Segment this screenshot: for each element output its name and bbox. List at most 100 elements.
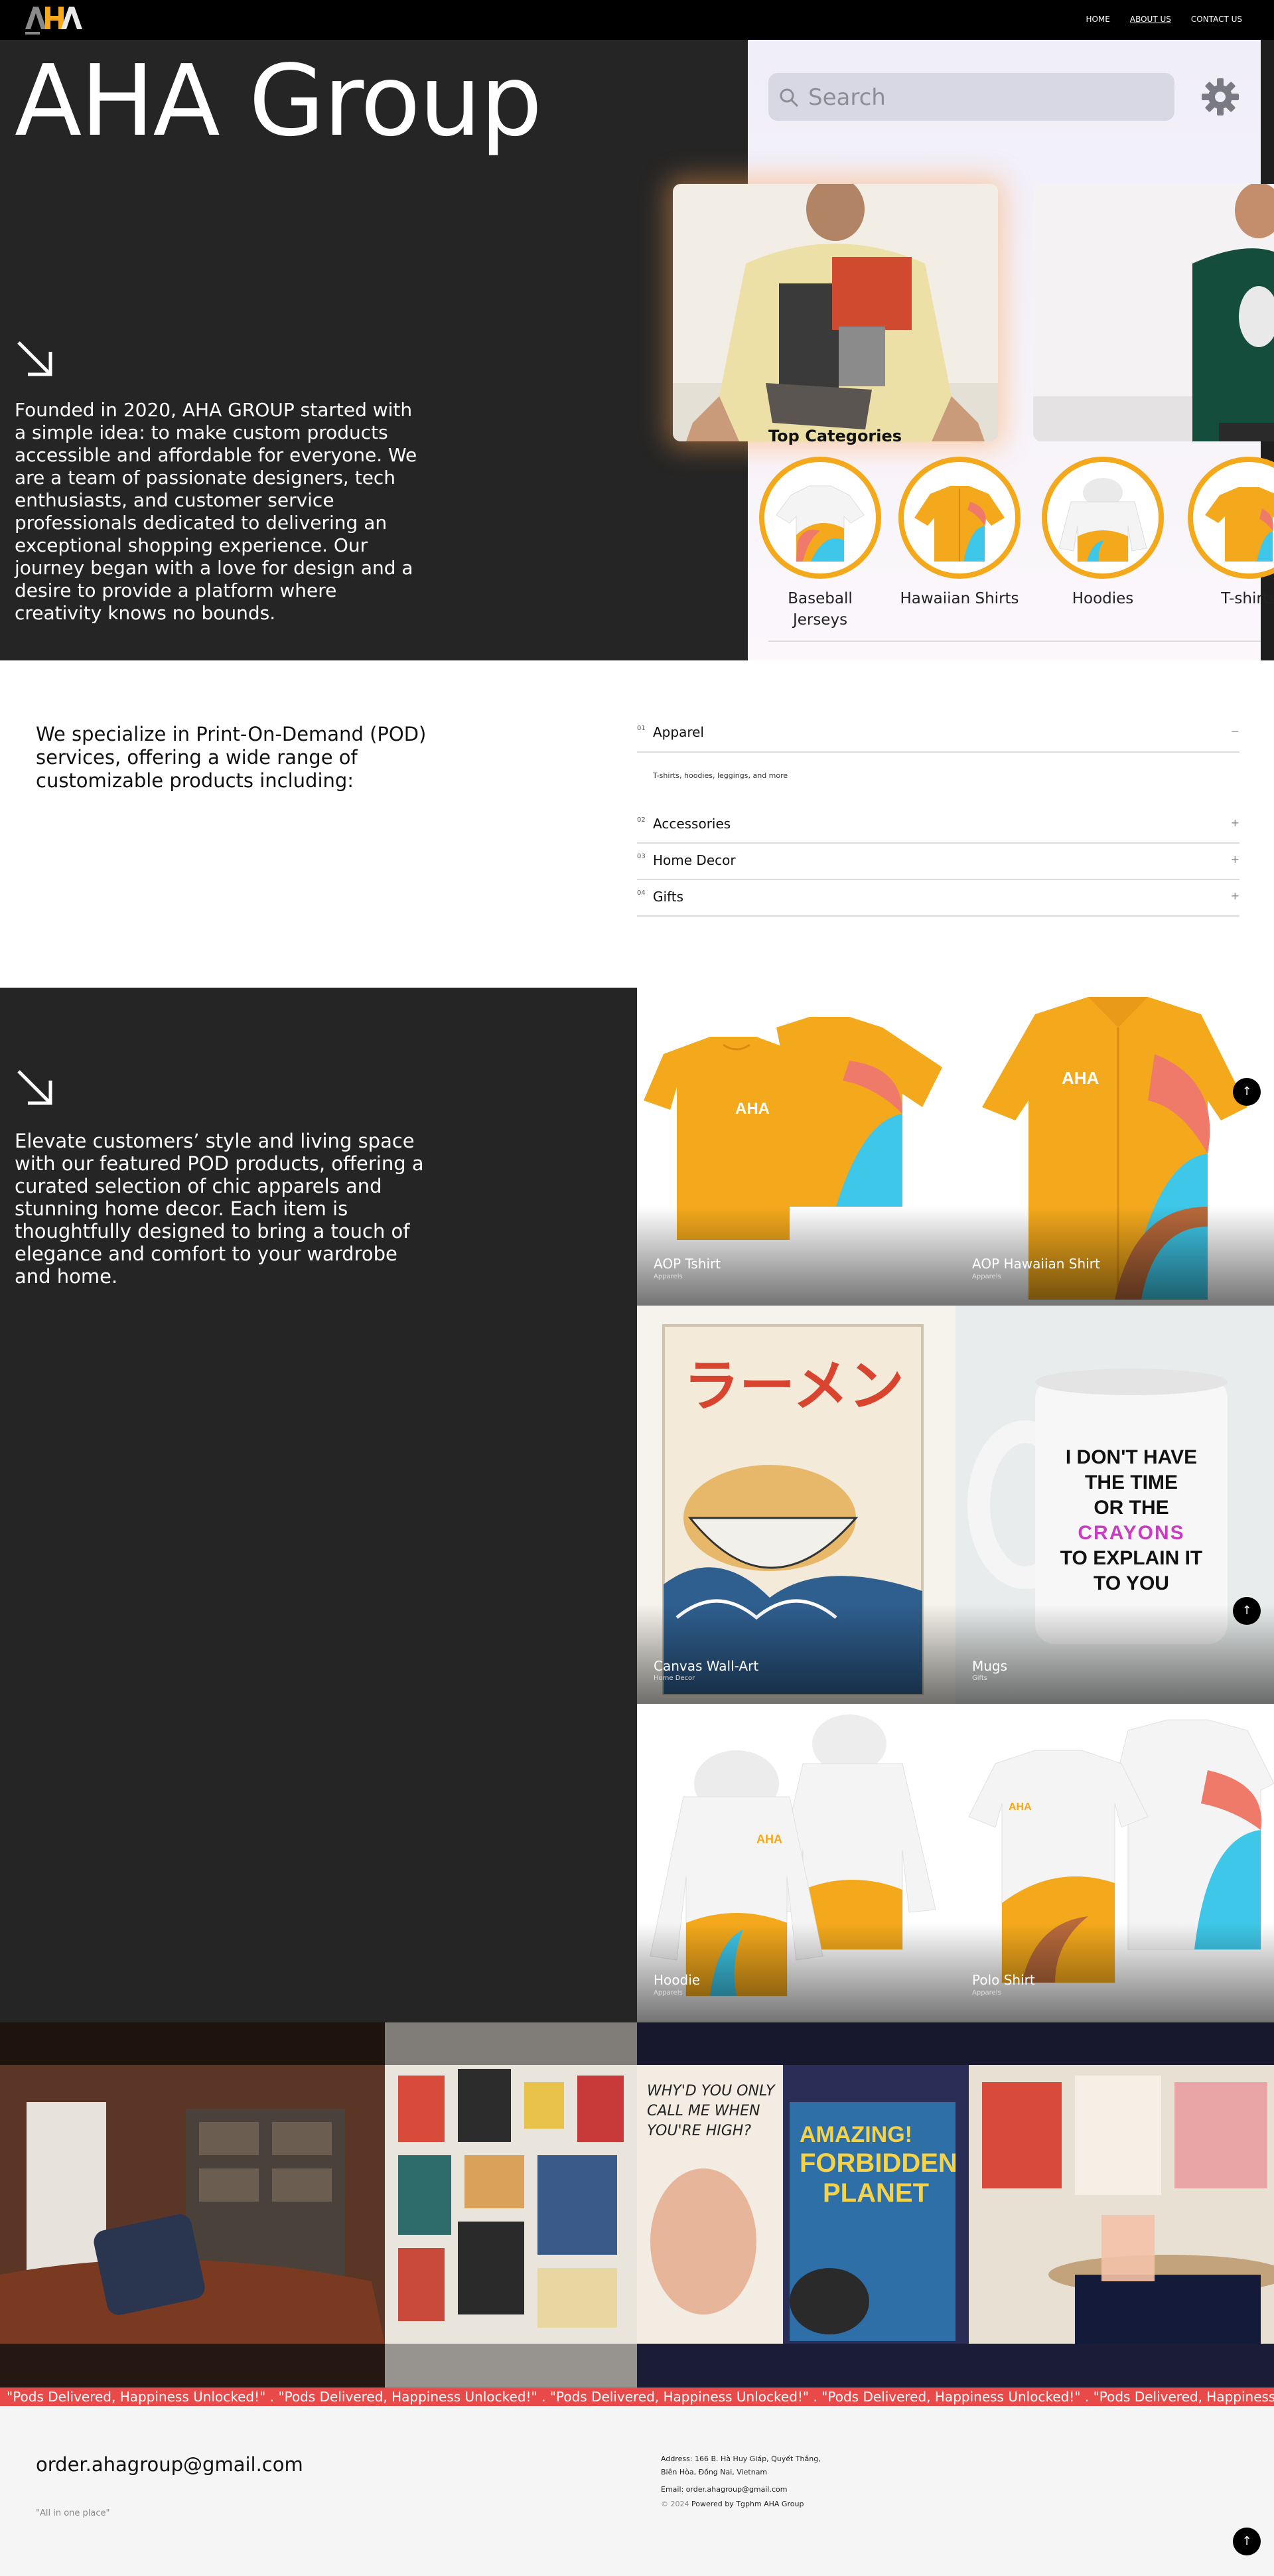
product-name: Polo Shirt (972, 1972, 1035, 1988)
footer-email-line[interactable]: Email: order.ahagroup@gmail.com (661, 2483, 860, 2496)
product-name: Hoodie (654, 1972, 701, 1988)
footer: order.ahagroup@gmail.com "All in one pla… (0, 2406, 1274, 2576)
product-card-canvas-wall-art[interactable]: ラーメン Canvas Wall-Art Home Decor (637, 1306, 956, 1704)
featured-description: Elevate customers’ style and living spac… (15, 1130, 424, 1288)
card-shade (637, 1604, 956, 1704)
accordion-label: Apparel (653, 724, 704, 740)
product-category: Gifts (972, 1675, 988, 1682)
top-categories-title: Top Categories (768, 427, 902, 445)
card-shade (956, 1604, 1274, 1704)
hawaiian-shirt-image (914, 486, 1005, 562)
product-card-hoodie[interactable]: AHA Hoodie Apparels (637, 1704, 956, 2022)
accordion-label: Gifts (653, 889, 684, 905)
search-icon (780, 88, 799, 108)
accordion-item-accessories[interactable]: 02 Accessories + (637, 814, 1239, 844)
category-t-shirts[interactable]: T-shirts (1188, 457, 1274, 609)
copyright-year: © 2024 (661, 2500, 689, 2508)
mug-text-line: TO YOU (1094, 1572, 1169, 1594)
footer-tagline: "All in one place" (36, 2508, 110, 2518)
man-back-tshirt-image (673, 184, 998, 441)
gear-icon[interactable] (1199, 76, 1241, 118)
accordion-num: 01 (637, 725, 646, 732)
product-name: Canvas Wall-Art (654, 1658, 759, 1674)
gallery-bottom-shade (0, 2344, 1274, 2387)
marquee-text: "Pods Delivered, Happiness Unlocked!" . … (7, 2389, 1274, 2405)
svg-text:AHA: AHA (1009, 1801, 1032, 1813)
mug-text-line: CRAYONS (1078, 1522, 1185, 1544)
product-card-mugs[interactable]: I DON'T HAVE THE TIME OR THE CRAYONS TO … (956, 1306, 1274, 1704)
gallery-top-shade (0, 2022, 1274, 2065)
address-line: Address: 166 B. Hà Huy Giáp, Quyết Thắng… (661, 2455, 821, 2463)
t-shirt-image (1205, 487, 1274, 562)
scroll-to-top-button[interactable]: ↑ (1233, 2528, 1261, 2555)
svg-text:PLANET: PLANET (823, 2178, 929, 2208)
specialize-section: We specialize in Print-On-Demand (POD) s… (0, 660, 1274, 988)
marquee-banner: "Pods Delivered, Happiness Unlocked!" . … (0, 2387, 1274, 2406)
category-hoodies[interactable]: Hoodies (1042, 457, 1164, 609)
product-name: AOP Tshirt (654, 1256, 721, 1272)
product-card-aop-tshirt[interactable]: AHA AOP Tshirt Apparels (637, 988, 956, 1306)
product-category: Apparels (654, 1273, 683, 1280)
nav-contact-link[interactable]: CONTACT US (1191, 15, 1242, 24)
hero-description: Founded in 2020, AHA GROUP started with … (15, 399, 417, 624)
search-placeholder: Search (808, 84, 886, 111)
featured-section: Elevate customers’ style and living spac… (0, 988, 637, 2022)
accordion-description: T-shirts, hoodies, leggings, and more (653, 771, 788, 780)
hoodie-image (1058, 478, 1147, 562)
hero-title: AHA Group (15, 44, 542, 158)
expand-icon[interactable]: + (1231, 816, 1239, 829)
product-category: Apparels (972, 1989, 1001, 1997)
footer-email[interactable]: order.ahagroup@gmail.com (36, 2453, 303, 2476)
showroom-photo-strip: WHY'D YOU ONLY CALL ME WHEN YOU'RE HIGH?… (0, 2022, 1274, 2387)
arrow-down-right-icon (17, 1070, 52, 1105)
accordion-label: Home Decor (653, 852, 736, 868)
divider (768, 641, 1261, 642)
accordion-item-home-decor[interactable]: 03 Home Decor + (637, 850, 1239, 880)
nav-about-link[interactable]: ABOUT US (1130, 15, 1171, 24)
category-hawaiian-shirts[interactable]: Hawaiian Shirts (898, 457, 1021, 609)
scroll-to-top-button[interactable]: ↑ (1233, 1597, 1261, 1625)
svg-text:AHA: AHA (756, 1833, 782, 1846)
baseball-jersey-image (776, 485, 865, 562)
accordion-item-gifts[interactable]: 04 Gifts + (637, 887, 1239, 917)
banner-card[interactable] (1033, 184, 1274, 441)
aha-logo[interactable] (23, 3, 86, 37)
scroll-to-top-button[interactable]: ↑ (1233, 1078, 1261, 1106)
category-baseball-jerseys[interactable]: Baseball Jerseys (759, 457, 881, 631)
arrow-down-right-icon (17, 341, 52, 376)
mug-text-line: I DON'T HAVE (1065, 1446, 1198, 1468)
product-category: Home Decor (654, 1675, 695, 1682)
banner-card[interactable] (673, 184, 998, 441)
category-label: T-shirts (1221, 590, 1274, 607)
copyright-text: Powered by Tgphm AHA Group (691, 2500, 804, 2508)
hero-section: AHA Group Founded in 2020, AHA GROUP sta… (0, 40, 1274, 660)
product-name: AOP Hawaiian Shirt (972, 1256, 1100, 1272)
nav-home-link[interactable]: HOME (1086, 15, 1109, 24)
svg-text:AHA: AHA (1062, 1068, 1099, 1088)
top-navbar: HOME ABOUT US CONTACT US (0, 0, 1274, 40)
collapse-icon[interactable]: − (1231, 725, 1239, 737)
footer-address-block: Address: 166 B. Hà Huy Giáp, Quyết Thắng… (661, 2453, 860, 2511)
mug-text-line: TO EXPLAIN IT (1060, 1547, 1203, 1569)
canvas-art-text: ラーメン (683, 1353, 904, 1418)
category-label: Baseball Jerseys (788, 590, 853, 629)
mug-text-line: THE TIME (1085, 1472, 1178, 1493)
mug-print: I DON'T HAVE THE TIME OR THE CRAYONS TO … (1035, 1445, 1228, 1596)
search-input[interactable]: Search (768, 73, 1174, 121)
expand-icon[interactable]: + (1231, 889, 1239, 902)
svg-text:FORBIDDEN: FORBIDDEN (800, 2149, 957, 2178)
product-name: Mugs (972, 1658, 1008, 1674)
accordion-num: 02 (637, 816, 646, 824)
product-category: Apparels (972, 1273, 1001, 1280)
product-card-polo-shirt[interactable]: AHA Polo Shirt Apparels (956, 1704, 1274, 2022)
accordion-item-apparel[interactable]: 01 Apparel − (637, 722, 1239, 753)
svg-text:CALL ME WHEN: CALL ME WHEN (647, 2103, 760, 2119)
accordion-num: 04 (637, 889, 646, 897)
specialize-text: We specialize in Print-On-Demand (POD) s… (36, 723, 427, 792)
expand-icon[interactable]: + (1231, 853, 1239, 866)
svg-text:WHY'D YOU ONLY: WHY'D YOU ONLY (647, 2083, 776, 2099)
product-card-aop-hawaiian-shirt[interactable]: AHA AOP Hawaiian Shirt Apparels (956, 988, 1274, 1306)
category-label: Hawaiian Shirts (900, 590, 1019, 607)
category-label: Hoodies (1072, 590, 1134, 607)
svg-text:AMAZING!: AMAZING! (800, 2122, 912, 2147)
